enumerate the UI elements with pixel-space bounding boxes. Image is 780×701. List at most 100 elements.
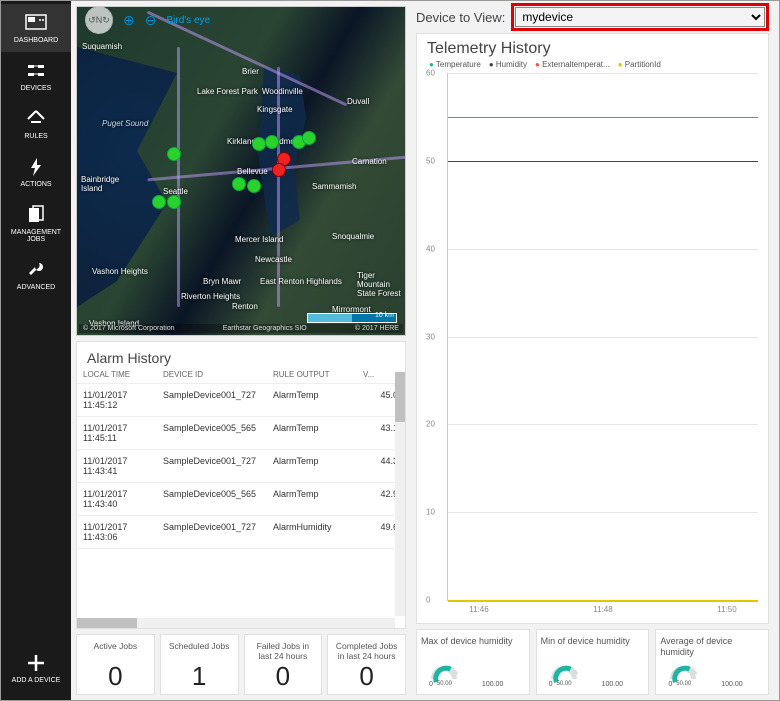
cell-rule: AlarmTemp bbox=[273, 456, 363, 476]
legend-item[interactable]: Humidity bbox=[489, 60, 527, 69]
cell-time: 11/01/2017 11:43:06 bbox=[83, 522, 163, 542]
map-zoom-in-icon[interactable]: ⊕ bbox=[123, 12, 135, 29]
map-city-label: Tiger Mountain State Forest bbox=[357, 271, 406, 298]
sidebar-item-dashboard[interactable]: DASHBOARD bbox=[1, 4, 71, 52]
job-label: Scheduled Jobs bbox=[167, 641, 232, 661]
map-city-label: Sammamish bbox=[312, 182, 356, 191]
legend-item[interactable]: Temperature bbox=[429, 60, 481, 69]
cell-device: SampleDevice001_727 bbox=[163, 456, 273, 476]
table-row[interactable]: 11/01/2017 11:45:12SampleDevice001_727Al… bbox=[77, 384, 405, 417]
y-tick-label: 50 bbox=[426, 156, 435, 165]
sidebar-item-label: RULES bbox=[24, 133, 47, 140]
plus-icon bbox=[25, 652, 47, 674]
sidebar-item-label: MANAGEMENT JOBS bbox=[1, 229, 71, 243]
dashboard-icon bbox=[25, 12, 47, 34]
job-value: 1 bbox=[167, 661, 232, 692]
y-tick-label: 40 bbox=[426, 244, 435, 253]
device-marker-alert[interactable] bbox=[272, 163, 286, 177]
column-header[interactable]: RULE OUTPUT bbox=[273, 370, 363, 379]
map-city-label: Suquamish bbox=[82, 42, 122, 51]
scrollbar-vertical[interactable] bbox=[395, 372, 405, 616]
device-marker[interactable] bbox=[152, 195, 166, 209]
scale-bar: 10 km bbox=[307, 313, 397, 323]
map-zoom-out-icon[interactable]: ⊖ bbox=[145, 12, 157, 29]
job-label: Failed Jobs in last 24 hours bbox=[251, 641, 316, 661]
map-city-label: Bainbridge Island bbox=[81, 175, 121, 193]
devices-icon bbox=[25, 60, 47, 82]
device-selector[interactable]: mydevice bbox=[515, 7, 765, 27]
sidebar-item-label: ADD A DEVICE bbox=[12, 677, 61, 684]
series-line bbox=[448, 117, 758, 119]
table-row[interactable]: 11/01/2017 11:43:40SampleDevice005_565Al… bbox=[77, 483, 405, 516]
column-header[interactable]: DEVICE ID bbox=[163, 370, 273, 379]
device-selector-highlight: mydevice bbox=[511, 3, 769, 31]
cell-device: SampleDevice005_565 bbox=[163, 489, 273, 509]
x-tick-label: 11:48 bbox=[593, 605, 612, 614]
column-header[interactable]: LOCAL TIME bbox=[83, 370, 163, 379]
map-road bbox=[177, 47, 180, 307]
job-card[interactable]: Scheduled Jobs1 bbox=[160, 634, 239, 695]
main-content: Seattle Bellevue Kirkland Redmond Sammam… bbox=[71, 1, 779, 700]
alarm-rows: 11/01/2017 11:45:12SampleDevice001_727Al… bbox=[77, 384, 405, 549]
sidebar-item-actions[interactable]: ACTIONS bbox=[1, 148, 71, 196]
table-row[interactable]: 11/01/2017 11:43:41SampleDevice001_727Al… bbox=[77, 450, 405, 483]
device-marker[interactable] bbox=[167, 195, 181, 209]
sidebar-item-management-jobs[interactable]: MANAGEMENT JOBS bbox=[1, 196, 71, 251]
job-card[interactable]: Completed Jobs in last 24 hours0 bbox=[327, 634, 406, 695]
map-city-label: Vashon Heights bbox=[92, 267, 148, 276]
legend-item[interactable]: PartitionId bbox=[618, 60, 661, 69]
cell-rule: AlarmHumidity bbox=[273, 522, 363, 542]
table-row[interactable]: 11/01/2017 11:45:11SampleDevice005_565Al… bbox=[77, 417, 405, 450]
sidebar-item-label: ACTIONS bbox=[20, 181, 51, 188]
sidebar-item-add-device[interactable]: ADD A DEVICE bbox=[1, 644, 71, 692]
right-column: Device to View: mydevice Telemetry Histo… bbox=[411, 1, 779, 700]
device-marker[interactable] bbox=[232, 177, 246, 191]
map-city-label: Mercer Island bbox=[235, 235, 283, 244]
device-marker[interactable] bbox=[302, 131, 316, 145]
sidebar-item-label: DASHBOARD bbox=[14, 37, 58, 44]
map-city-label: Riverton Heights bbox=[181, 292, 240, 301]
y-tick-label: 10 bbox=[426, 508, 435, 517]
cell-rule: AlarmTemp bbox=[273, 423, 363, 443]
job-label: Active Jobs bbox=[83, 641, 148, 661]
sidebar-item-devices[interactable]: DEVICES bbox=[1, 52, 71, 100]
y-tick-label: 60 bbox=[426, 69, 435, 78]
table-row[interactable]: 11/01/2017 11:43:06SampleDevice001_727Al… bbox=[77, 516, 405, 549]
map-panel[interactable]: Seattle Bellevue Kirkland Redmond Sammam… bbox=[76, 6, 406, 336]
sidebar-item-rules[interactable]: RULES bbox=[1, 100, 71, 148]
gauge-card: Max of device humidity 050.00100.00 bbox=[416, 629, 530, 695]
scrollbar-horizontal[interactable] bbox=[77, 618, 395, 628]
sidebar-item-advanced[interactable]: ADVANCED bbox=[1, 251, 71, 299]
device-marker[interactable] bbox=[247, 179, 261, 193]
map-city-label: East Renton Highlands bbox=[260, 277, 342, 286]
gauge-title: Min of device humidity bbox=[541, 636, 645, 658]
cell-device: SampleDevice001_727 bbox=[163, 522, 273, 542]
compass-icon[interactable]: ↺N↻ bbox=[85, 6, 113, 34]
map-city-label: Woodinville bbox=[262, 87, 303, 96]
sidebar: DASHBOARD DEVICES RULES ACTIONS MANAGEME… bbox=[1, 1, 71, 700]
cell-time: 11/01/2017 11:45:11 bbox=[83, 423, 163, 443]
device-marker[interactable] bbox=[252, 137, 266, 151]
sidebar-item-label: DEVICES bbox=[21, 85, 52, 92]
map-view-label[interactable]: Bird's eye bbox=[166, 15, 210, 26]
telemetry-legend: Temperature Humidity Externaltemperat...… bbox=[423, 58, 762, 71]
telemetry-plot[interactable]: 010203040506011:4611:4811:50 bbox=[447, 73, 758, 601]
alarm-history-panel: Alarm History LOCAL TIME DEVICE ID RULE … bbox=[76, 341, 406, 629]
cell-time: 11/01/2017 11:43:41 bbox=[83, 456, 163, 476]
job-value: 0 bbox=[334, 661, 399, 692]
map-credits: © 2017 Microsoft CorporationEarthstar Ge… bbox=[79, 324, 403, 333]
job-value: 0 bbox=[83, 661, 148, 692]
y-tick-label: 30 bbox=[426, 332, 435, 341]
job-card[interactable]: Failed Jobs in last 24 hours0 bbox=[244, 634, 323, 695]
device-marker[interactable] bbox=[265, 135, 279, 149]
bolt-icon bbox=[25, 156, 47, 178]
gauge-title: Max of device humidity bbox=[421, 636, 525, 658]
cell-time: 11/01/2017 11:43:40 bbox=[83, 489, 163, 509]
telemetry-panel: Telemetry History Temperature Humidity E… bbox=[416, 33, 769, 624]
map-city-label: Kingsgate bbox=[257, 105, 293, 114]
job-label: Completed Jobs in last 24 hours bbox=[334, 641, 399, 661]
alarm-title: Alarm History bbox=[77, 342, 405, 370]
legend-item[interactable]: Externaltemperat... bbox=[535, 60, 610, 69]
device-marker[interactable] bbox=[167, 147, 181, 161]
job-card[interactable]: Active Jobs0 bbox=[76, 634, 155, 695]
